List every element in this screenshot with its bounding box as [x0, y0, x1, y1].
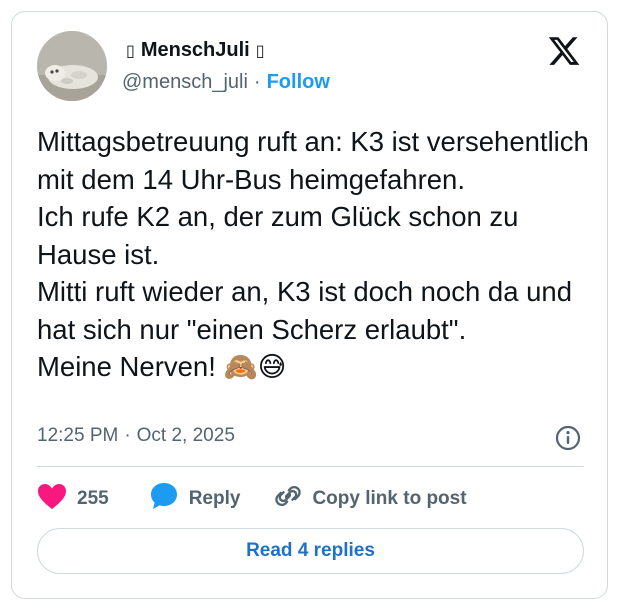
reply-label: Reply: [188, 488, 241, 509]
tweet-time[interactable]: 12:25 PM: [37, 425, 118, 447]
copy-link-label: Copy link to post: [312, 488, 467, 509]
tweet-date[interactable]: Oct 2, 2025: [137, 425, 235, 447]
handle-row: @mensch_juli · Follow: [122, 71, 330, 94]
read-replies-button[interactable]: Read 4 replies: [37, 528, 584, 574]
timestamp-row[interactable]: 12:25 PM · Oct 2, 2025: [37, 425, 235, 447]
like-button[interactable]: 255: [37, 483, 109, 516]
divider: [37, 466, 584, 467]
timestamp-separator: ·: [124, 425, 131, 446]
follow-button[interactable]: Follow: [267, 71, 330, 94]
name-decoration-right: ▯: [255, 42, 265, 60]
like-count: 255: [77, 488, 109, 509]
heart-icon: [37, 483, 67, 516]
copy-link-button[interactable]: Copy link to post: [274, 482, 467, 516]
avatar[interactable]: [37, 31, 107, 101]
name-decoration-left: ▯: [126, 42, 135, 60]
link-icon: [274, 482, 302, 516]
author-name[interactable]: MenschJuli: [141, 39, 250, 62]
x-logo-icon[interactable]: [547, 34, 581, 68]
handle-separator: ·: [253, 71, 261, 93]
author-handle[interactable]: @mensch_juli: [122, 71, 248, 94]
tweet-card: ▯ MenschJuli ▯ @mensch_juli · Follow Mit…: [11, 11, 608, 599]
author-name-row[interactable]: ▯ MenschJuli ▯: [122, 39, 269, 62]
reply-bubble-icon: [149, 481, 179, 517]
tweet-text: Mittagsbetreuung ruft an: K3 ist versehe…: [37, 126, 589, 382]
reply-button[interactable]: Reply: [149, 481, 241, 517]
info-icon[interactable]: [554, 424, 582, 452]
action-bar: 255 Reply Copy link to post: [37, 481, 467, 517]
